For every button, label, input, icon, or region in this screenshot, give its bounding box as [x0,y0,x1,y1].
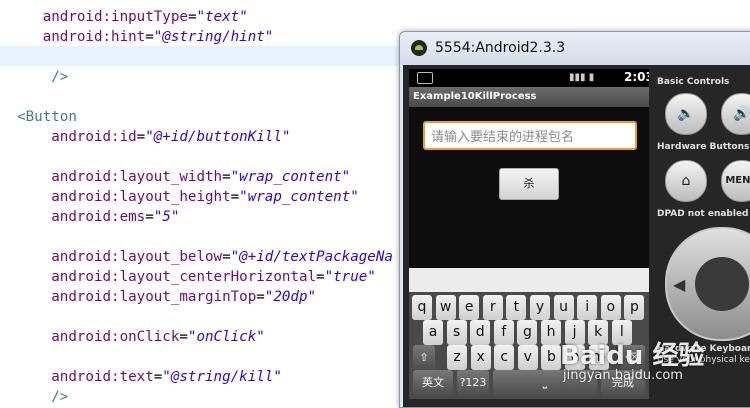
code-line: android:layout_width="wrap_content" [51,169,351,185]
code-value: "onClick" [187,329,265,345]
dpad[interactable]: ◀ [665,227,750,341]
code-value: "true" [324,269,376,285]
code-line: /> [0,67,68,87]
key-s[interactable]: s [446,320,467,345]
code-attr: android:id [51,129,137,145]
shift-key-icon[interactable]: ⇧ [413,345,435,370]
key-y[interactable]: y [530,295,550,320]
volume-up-button[interactable]: 🔊 [721,93,750,135]
code-value: "text" [196,9,248,25]
code-attr: android:inputType [42,9,188,25]
code-value: "wrap_content" [230,169,351,185]
symbol-key[interactable]: ?123 [457,370,489,395]
code-tag: <Button [17,109,77,125]
code-attr: android:layout_below [51,249,223,265]
volume-down-button[interactable]: 🔈 [665,93,707,135]
code-line: android:layout_marginTop="20dp" [51,289,317,305]
key-u[interactable]: u [553,295,574,320]
key-o[interactable]: o [600,295,621,320]
key-g[interactable]: g [517,320,538,345]
key-z[interactable]: z [447,345,467,370]
code-attr: android:text [51,369,154,385]
key-i[interactable]: i [577,295,598,320]
dpad-label: DPAD not enabled in [657,209,750,219]
key-r[interactable]: r [482,295,503,320]
code-line: android:inputType="text" [42,9,248,25]
code-value: "@+id/buttonKill" [145,129,291,145]
code-tag: /> [51,389,69,405]
code-attr: android:layout_height [51,189,231,205]
key-b[interactable]: b [541,345,562,370]
key-h[interactable]: h [541,320,561,345]
key-x[interactable]: x [470,345,491,370]
code-line: <Button [0,107,77,127]
window-title: 5554:Android2.3.3 [435,40,566,56]
key-f[interactable]: f [493,320,514,345]
key-q[interactable]: q [412,295,432,320]
code-tag: /> [51,69,69,85]
key-c[interactable]: c [494,345,515,370]
code-line: android:hint="@string/hint" [42,29,274,45]
code-line: android:ems="5" [51,209,180,225]
watermark-url: jingyan.baidu.com [563,368,683,383]
candidate-bar [409,268,649,292]
code-attr: android:onClick [51,329,180,345]
baidu-logo: Baidu 经验 [560,341,705,371]
key-p[interactable]: p [624,295,645,320]
code-value: "@string/kill" [162,369,282,385]
code-value: "20dp" [264,289,317,305]
key-e[interactable]: e [459,295,480,320]
app-content: 请输入要结束的进程包名 杀 [409,107,649,267]
android-logo-icon [411,40,427,56]
emulator-titlebar[interactable]: 5554:Android2.3.3 [400,32,750,65]
code-value: "5" [153,209,180,225]
package-name-input[interactable]: 请输入要结束的进程包名 [423,121,637,150]
code-value: "@string/hint" [153,29,274,45]
dpad-center[interactable] [695,257,749,311]
code-line: android:layout_height="wrap_content" [51,189,359,205]
dpad-left-icon[interactable]: ◀ [673,275,685,294]
code-value: "wrap_content" [239,189,359,205]
status-bar: ▮▮▮ ▮ 2:03 [409,69,649,86]
code-line: android:layout_centerHorizontal="true" [51,269,376,285]
code-line: android:text="@string/kill" [51,369,282,385]
code-line: /> [0,387,68,407]
code-line: android:id="@+id/buttonKill" [51,129,291,145]
code-attr: android:layout_marginTop [51,289,257,305]
code-line: android:onClick="onClick" [51,329,265,345]
key-v[interactable]: v [517,345,538,370]
code-attr: android:layout_centerHorizontal [51,269,317,285]
code-attr: android:layout_width [51,169,223,185]
basic-controls-label: Basic Controls [657,77,730,87]
signal-battery-icon: ▮▮▮ ▮ [569,72,595,83]
code-line: android:layout_below="@+id/textPackageNa [51,249,393,265]
app-title: Example10KillProcess [409,87,649,107]
key-a[interactable]: a [423,320,443,345]
key-d[interactable]: d [470,320,491,345]
code-value: "@+id/textPackageNa [230,249,393,265]
key-t[interactable]: t [506,295,527,320]
hardware-buttons-label: Hardware Buttons [657,142,750,152]
key-w[interactable]: w [435,295,456,320]
menu-button[interactable]: MENU [721,160,750,202]
home-button-icon[interactable]: ⌂ [665,160,707,202]
lang-key[interactable]: 英文 [413,370,453,395]
status-time: 2:03 [624,70,649,84]
code-attr: android:ems [51,209,146,225]
kill-button[interactable]: 杀 [499,168,559,200]
code-attr: android:hint [42,29,146,45]
baidu-watermark: Baidu 经验 jingyan.baidu.com [560,335,750,395]
notification-icon [417,72,433,84]
